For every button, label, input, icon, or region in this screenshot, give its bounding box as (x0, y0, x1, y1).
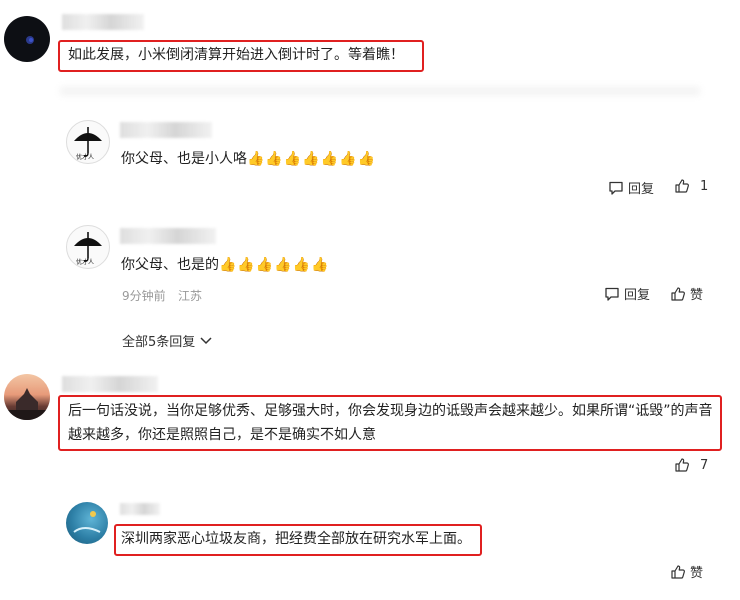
reply-username-blurred[interactable] (120, 228, 216, 244)
reply-username-blurred[interactable] (120, 122, 212, 138)
avatar-image (4, 388, 50, 420)
chevron-down-icon (200, 336, 212, 344)
reply-timestamp: 9分钟前 (122, 289, 166, 303)
thumbs-up-icon (671, 564, 685, 579)
thumbs-up-emojis: 👍👍👍👍👍👍👍 (247, 151, 377, 167)
comment-icon (605, 287, 619, 301)
svg-text:优才人: 优才人 (76, 153, 94, 161)
blurred-region (60, 86, 700, 96)
like-button[interactable]: 1 (674, 178, 708, 194)
reply-location: 江苏 (178, 289, 203, 303)
reply-username-blurred[interactable] (120, 503, 160, 515)
comment-text: 后一句话没说，当你足够优秀、足够强大时，你会发现身边的诋毁声会越来越少。如果所谓… (68, 403, 713, 443)
reply-avatar[interactable] (66, 502, 108, 544)
avatar[interactable] (4, 16, 50, 62)
comment-text: 如此发展，小米倒闭清算开始进入倒计时了。等着瞧！ (68, 47, 404, 63)
username-blurred[interactable] (62, 376, 158, 392)
like-button[interactable]: 赞 (670, 284, 703, 303)
like-button[interactable]: 赞 (670, 562, 703, 581)
avatar-image (26, 36, 34, 44)
umbrella-icon: 优才人 (74, 127, 102, 161)
reply-button[interactable]: 回复 (604, 284, 650, 303)
reply-avatar[interactable]: 优才人 (66, 225, 110, 269)
view-all-replies-button[interactable]: 全部5条回复 (122, 331, 213, 350)
reply-avatar[interactable]: 优才人 (66, 120, 110, 164)
comment-icon (609, 181, 623, 195)
reply-text: 你父母、也是的👍👍👍👍👍👍 (121, 254, 330, 276)
username-blurred[interactable] (62, 14, 144, 30)
umbrella-icon: 优才人 (74, 232, 102, 266)
reply-text: 深圳两家恶心垃圾友商，把经费全部放在研究水军上面。 (121, 531, 471, 547)
reply-button[interactable]: 回复 (608, 178, 654, 197)
thumbs-up-icon (675, 458, 689, 472)
avatar[interactable] (4, 374, 50, 420)
reply-text: 你父母、也是小人咯👍👍👍👍👍👍👍 (121, 148, 376, 170)
svg-text:优才人: 优才人 (76, 258, 94, 266)
thumbs-up-emojis: 👍👍👍👍👍👍 (219, 257, 330, 273)
like-count: 7 (700, 457, 709, 473)
thumbs-up-icon (675, 179, 689, 193)
like-count: 1 (700, 178, 709, 194)
avatar-image (73, 511, 101, 533)
thumbs-up-icon (671, 286, 685, 301)
like-button[interactable]: 7 (674, 457, 708, 473)
